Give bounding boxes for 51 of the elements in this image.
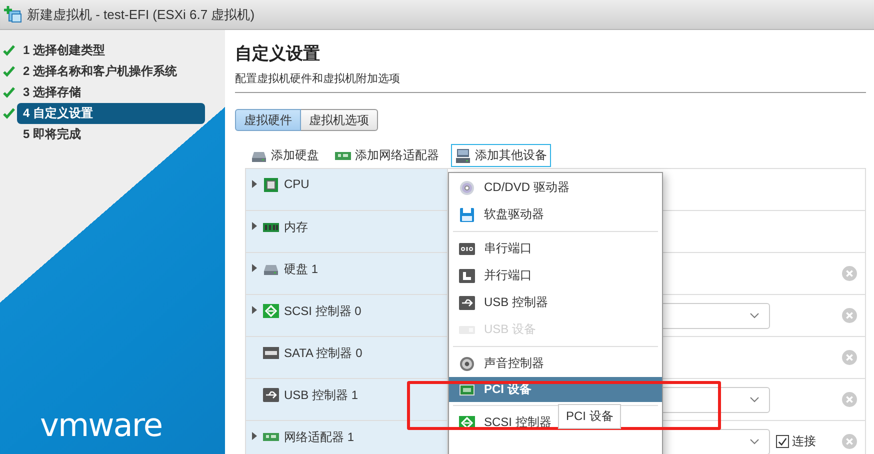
- parallel-port-icon: [459, 268, 475, 284]
- expand-caret-icon[interactable]: [252, 432, 257, 440]
- hardware-label: CPU: [284, 177, 310, 191]
- usb-icon: [459, 294, 475, 310]
- usb-icon: [263, 387, 279, 403]
- menu-item[interactable]: CD/DVD 驱动器: [449, 174, 576, 201]
- toolbar-button[interactable]: 添加其他设备: [451, 144, 551, 167]
- wizard-step[interactable]: 2 选择名称和客户机操作系统: [17, 61, 184, 82]
- new-vm-icon: [4, 6, 22, 24]
- expand-caret-icon[interactable]: [252, 222, 257, 230]
- menu-item[interactable]: SCSI 控制器: [449, 409, 558, 436]
- expand-caret-icon[interactable]: [252, 306, 257, 314]
- hardware-label: 网络适配器 1: [284, 429, 354, 446]
- hardware-label: USB 控制器 1: [284, 387, 358, 404]
- tooltip: PCI 设备: [558, 404, 622, 429]
- expand-caret-icon[interactable]: [252, 180, 257, 188]
- page-subtitle: 配置虚拟机硬件和虚拟机附加选项: [235, 71, 866, 93]
- page-title: 自定义设置: [235, 43, 321, 65]
- chevron-down-icon: [750, 438, 759, 444]
- wizard-step[interactable]: 5 即将完成: [17, 124, 88, 145]
- hardware-label: 内存: [284, 219, 308, 236]
- scsi-controller-icon: [263, 303, 279, 319]
- device-icon: [455, 148, 471, 164]
- toolbar-button[interactable]: 添加网络适配器: [331, 144, 443, 167]
- checkbox-label: 连接: [792, 433, 816, 450]
- tab[interactable]: 虚拟硬件: [235, 109, 301, 131]
- toolbar-button[interactable]: 添加硬盘: [247, 144, 323, 167]
- hardware-label: 硬盘 1: [284, 261, 318, 278]
- menu-item[interactable]: 并行端口: [449, 262, 538, 289]
- expand-caret-icon[interactable]: [252, 264, 257, 272]
- menu-item[interactable]: 声音控制器: [449, 350, 550, 377]
- pci-card-icon: [459, 382, 475, 398]
- chevron-down-icon: [750, 312, 759, 318]
- menu-item[interactable]: 串行端口: [449, 235, 538, 262]
- tab[interactable]: 虚拟机选项: [301, 109, 378, 131]
- chevron-down-icon: [750, 396, 759, 402]
- menu-item[interactable]: 软盘驱动器: [449, 201, 550, 228]
- checkbox[interactable]: [776, 435, 789, 448]
- window-title: 新建虚拟机 - test-EFI (ESXi 6.7 虚拟机): [27, 6, 255, 24]
- sata-chip-icon: [263, 345, 279, 361]
- vmware-logo: vmware: [40, 406, 164, 444]
- hardware-label: SCSI 控制器 0: [284, 303, 362, 320]
- wizard-step[interactable]: 1 选择创建类型: [17, 40, 112, 61]
- disc-icon: [459, 180, 475, 196]
- serial-port-icon: [459, 240, 475, 256]
- wizard-step[interactable]: 4 自定义设置: [17, 103, 205, 124]
- speaker-icon: [459, 356, 475, 372]
- chip-icon: [263, 177, 279, 193]
- menu-item[interactable]: USB 控制器: [449, 289, 554, 316]
- wizard-step[interactable]: 3 选择存储: [17, 82, 88, 103]
- hardware-label: SATA 控制器 0: [284, 345, 362, 362]
